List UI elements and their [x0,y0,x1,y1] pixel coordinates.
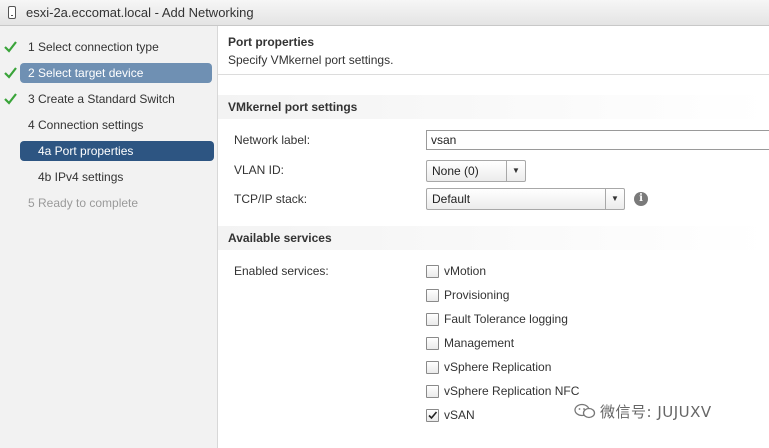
step-label: 1 Select connection type [28,40,159,54]
checkmark-icon [4,89,18,109]
step-connection-settings[interactable]: 4 Connection settings [28,115,212,135]
wizard-content: Port properties Specify VMkernel port se… [218,26,769,448]
step-ipv4-settings[interactable]: 4b IPv4 settings [38,167,212,187]
network-label-input[interactable] [426,130,769,150]
tcpip-stack-value: Default [432,192,471,206]
tcpip-stack-select[interactable]: Default ▼ [426,188,625,210]
step-label: 5 Ready to complete [28,196,139,210]
step-port-properties[interactable]: 4a Port properties [20,141,214,161]
service-label: Management [444,336,515,350]
watermark-text: 微信号: JUJUXV [600,403,712,421]
section-available-services: Available services [218,226,769,250]
step-label: 4a Port properties [38,144,134,158]
service-label: Fault Tolerance logging [444,312,568,326]
vsphere-replication-checkbox[interactable] [426,361,439,374]
tcpip-stack-label: TCP/IP stack: [234,192,308,206]
header-divider [218,74,769,75]
step-create-standard-switch[interactable]: 3 Create a Standard Switch [4,89,212,109]
service-label: vMotion [444,264,487,278]
section-vmkernel-port-settings: VMkernel port settings [218,95,769,119]
vlan-id-label: VLAN ID: [234,163,285,177]
service-label: Provisioning [444,288,510,302]
page-subtitle: Specify VMkernel port settings. [228,53,394,67]
fault-tolerance-checkbox[interactable] [426,313,439,326]
step-label: 4b IPv4 settings [38,170,124,184]
checkmark-icon [428,411,438,420]
step-ready-to-complete: 5 Ready to complete [28,193,212,213]
dropdown-arrow-icon: ▼ [605,189,624,209]
vlan-id-value: None (0) [432,164,479,178]
step-label: 2 Select target device [20,63,212,83]
info-icon[interactable]: i [634,192,648,206]
page-title: Port properties [228,35,315,49]
window-titlebar: esxi-2a.eccomat.local - Add Networking [0,0,769,26]
vlan-id-select[interactable]: None (0) ▼ [426,160,526,182]
vsan-checkbox[interactable] [426,409,439,422]
step-label: 4 Connection settings [28,118,144,132]
wechat-icon [574,403,596,419]
checkmark-icon [4,63,18,83]
window-title: esxi-2a.eccomat.local - Add Networking [26,5,254,20]
network-label-label: Network label: [234,133,311,147]
step-select-target-device[interactable]: 2 Select target device [4,63,212,83]
step-select-connection-type[interactable]: 1 Select connection type [4,37,212,57]
wizard-steps-sidebar: 1 Select connection type 2 Select target… [0,26,218,448]
service-label: vSAN [444,408,475,422]
host-icon [8,6,16,19]
vsphere-replication-nfc-checkbox[interactable] [426,385,439,398]
enabled-services-label: Enabled services: [234,264,329,278]
checkmark-icon [4,37,18,57]
dropdown-arrow-icon: ▼ [506,161,525,181]
provisioning-checkbox[interactable] [426,289,439,302]
service-label: vSphere Replication NFC [444,384,580,398]
step-label: 3 Create a Standard Switch [28,92,175,106]
vmotion-checkbox[interactable] [426,265,439,278]
service-label: vSphere Replication [444,360,552,374]
management-checkbox[interactable] [426,337,439,350]
